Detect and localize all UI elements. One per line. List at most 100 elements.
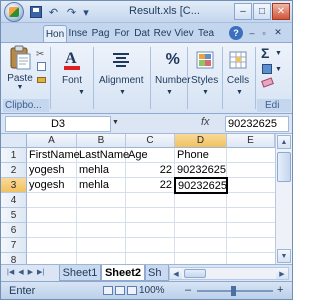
fill-icon[interactable]: [262, 64, 272, 74]
font-dropdown-icon[interactable]: ▼: [78, 89, 85, 96]
cell-c2[interactable]: 22: [126, 163, 175, 178]
format-painter-icon[interactable]: [37, 77, 46, 83]
cells-icon: [225, 47, 251, 73]
alignment-button[interactable]: Alignment: [99, 47, 143, 86]
paste-button[interactable]: Paste ▼: [7, 45, 33, 91]
normal-view-icon[interactable]: [103, 286, 113, 295]
sheet-tab-sheet3[interactable]: Sh: [145, 265, 169, 281]
row-header-8[interactable]: 8: [1, 253, 27, 264]
scroll-left-icon[interactable]: ◀: [170, 268, 182, 279]
zoom-slider-knob[interactable]: [231, 286, 236, 296]
styles-dropdown-icon[interactable]: ▼: [202, 89, 209, 96]
help-icon[interactable]: ?: [229, 26, 243, 40]
sheet-tab-sheet2[interactable]: Sheet2: [101, 265, 145, 281]
vertical-scrollbar[interactable]: ▲ ▼: [275, 134, 292, 264]
ribbon-close-icon[interactable]: ✕: [273, 27, 283, 38]
undo-icon[interactable]: ↶: [46, 5, 61, 20]
cell-a3[interactable]: yogesh: [27, 178, 77, 193]
cell-b2[interactable]: mehla: [77, 163, 126, 178]
scroll-down-icon[interactable]: ▼: [277, 249, 291, 263]
column-header-b[interactable]: B: [77, 134, 126, 148]
autosum-dropdown-icon[interactable]: ▼: [275, 50, 282, 57]
font-button[interactable]: A Font: [59, 47, 85, 86]
cell-c1[interactable]: Age: [126, 148, 175, 163]
tab-data[interactable]: Dat: [132, 25, 152, 42]
restore-button[interactable]: □: [253, 3, 271, 20]
number-label: Number: [155, 75, 191, 86]
cell-b1[interactable]: LastName: [77, 148, 129, 163]
page-break-view-icon[interactable]: [127, 286, 137, 295]
next-sheet-icon[interactable]: ▶: [28, 268, 33, 276]
insert-function-icon[interactable]: fx: [201, 116, 210, 128]
ribbon-restore-icon[interactable]: ▫: [259, 27, 269, 38]
cell-a2[interactable]: yogesh: [27, 163, 77, 178]
ribbon-minimize-icon[interactable]: –: [247, 27, 257, 38]
cut-icon[interactable]: ✂: [36, 49, 44, 60]
tab-review[interactable]: Rev: [152, 25, 173, 42]
column-header-d[interactable]: D: [175, 134, 227, 148]
close-button[interactable]: ✕: [272, 3, 290, 20]
name-box[interactable]: D3: [5, 116, 111, 132]
cells-dropdown-icon[interactable]: ▼: [236, 89, 243, 96]
vertical-scroll-thumb[interactable]: [277, 152, 291, 182]
zoom-in-icon[interactable]: +: [277, 284, 283, 296]
save-icon[interactable]: [28, 5, 43, 20]
horizontal-scroll-thumb[interactable]: [184, 269, 206, 278]
sheet-tab-bar: |◀ ◀ ▶ ▶| Sheet1 Sheet2 Sh ◀ ▶: [1, 264, 292, 281]
copy-icon[interactable]: [37, 62, 46, 71]
cell-a1[interactable]: FirstName: [27, 148, 80, 163]
cell-b3[interactable]: mehla: [77, 178, 126, 193]
formula-bar: D3 ▼ fx 90232625: [1, 114, 292, 134]
customize-qat-icon[interactable]: ▾: [82, 5, 90, 20]
formula-input[interactable]: 90232625: [225, 116, 289, 132]
fill-dropdown-icon[interactable]: ▼: [275, 66, 282, 73]
column-header-c[interactable]: C: [126, 134, 175, 148]
quick-access-toolbar: ↶ ↷ ▾: [28, 4, 90, 20]
column-header-a[interactable]: A: [27, 134, 77, 148]
horizontal-scrollbar[interactable]: ◀ ▶: [169, 267, 289, 280]
tab-formulas[interactable]: For: [112, 25, 132, 42]
row-header-2[interactable]: 2: [1, 163, 27, 178]
first-sheet-icon[interactable]: |◀: [7, 268, 14, 276]
cell-d2[interactable]: 90232625: [175, 163, 227, 178]
number-dropdown-icon[interactable]: ▼: [166, 89, 173, 96]
minimize-button[interactable]: –: [234, 3, 252, 20]
clear-icon[interactable]: [261, 77, 274, 88]
tab-home[interactable]: Hon: [43, 25, 67, 42]
active-cell-d3[interactable]: 90232625: [174, 177, 228, 194]
page-layout-view-icon[interactable]: [115, 286, 125, 295]
scroll-up-icon[interactable]: ▲: [277, 135, 291, 149]
styles-button[interactable]: Styles: [191, 47, 218, 86]
tab-insert[interactable]: Inse: [67, 25, 89, 42]
select-all-button[interactable]: [1, 134, 27, 148]
cell-d1[interactable]: Phone: [175, 148, 227, 163]
zoom-level[interactable]: 100%: [139, 285, 165, 296]
tab-page-layout[interactable]: Pag: [89, 25, 112, 42]
number-button[interactable]: % Number: [155, 47, 191, 86]
alignment-dropdown-icon[interactable]: ▼: [119, 89, 126, 96]
autosum-icon[interactable]: Σ: [261, 45, 269, 61]
title-bar: ↶ ↷ ▾ Result.xls [C... – □ ✕: [1, 1, 292, 23]
status-mode: Enter: [9, 285, 36, 297]
paste-dropdown-icon[interactable]: ▼: [17, 84, 24, 91]
row-header-4[interactable]: 4: [1, 193, 27, 208]
scroll-right-icon[interactable]: ▶: [276, 268, 288, 279]
cells-button[interactable]: Cells: [225, 47, 251, 86]
row-header-5[interactable]: 5: [1, 208, 27, 223]
prev-sheet-icon[interactable]: ◀: [18, 268, 23, 276]
row-header-7[interactable]: 7: [1, 238, 27, 253]
sheet-tab-sheet1[interactable]: Sheet1: [59, 265, 101, 281]
row-header-3[interactable]: 3: [1, 178, 27, 193]
row-header-1[interactable]: 1: [1, 148, 27, 163]
zoom-out-icon[interactable]: –: [185, 284, 191, 296]
redo-icon[interactable]: ↷: [64, 5, 79, 20]
cell-c3[interactable]: 22: [126, 178, 175, 193]
tab-view[interactable]: Viev: [173, 25, 195, 42]
tab-team[interactable]: Tea: [195, 25, 217, 42]
name-box-dropdown-icon[interactable]: ▼: [112, 119, 119, 126]
row-header-6[interactable]: 6: [1, 223, 27, 238]
office-button[interactable]: [4, 2, 24, 22]
column-header-e[interactable]: E: [227, 134, 275, 148]
last-sheet-icon[interactable]: ▶|: [37, 268, 44, 276]
percent-icon: %: [165, 51, 180, 68]
